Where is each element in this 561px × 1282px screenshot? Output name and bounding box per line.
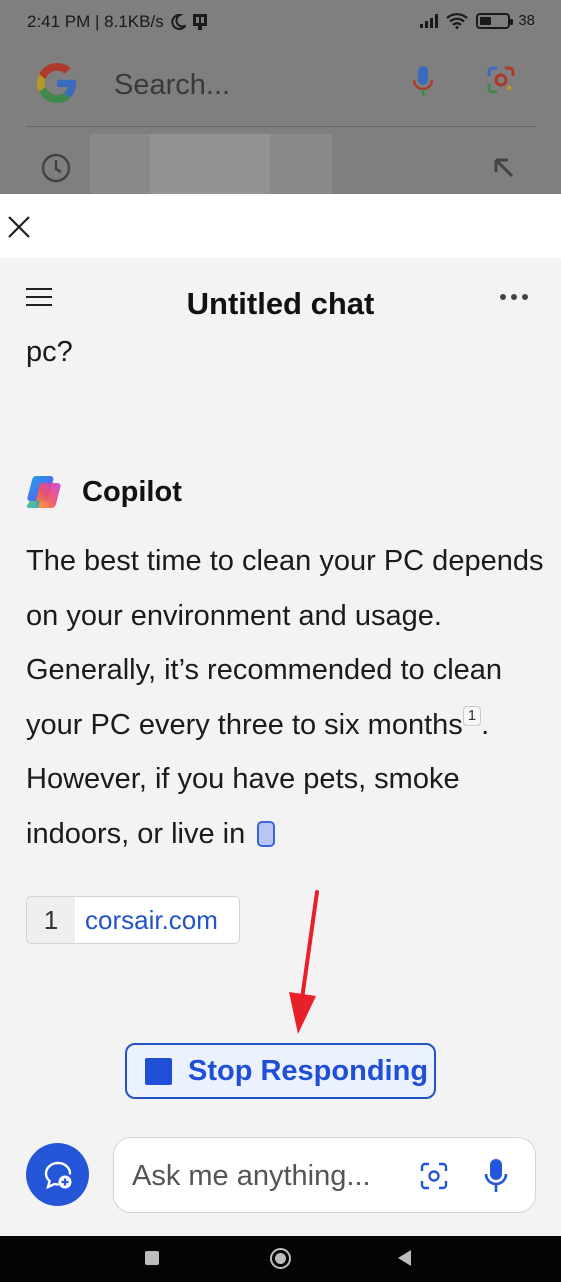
source-chip[interactable]: 1 corsair.com bbox=[26, 896, 240, 944]
assistant-answer: The best time to clean your PC depends o… bbox=[26, 534, 546, 861]
visual-search-icon[interactable] bbox=[420, 1162, 448, 1190]
stop-icon bbox=[145, 1057, 172, 1085]
assistant-name: Copilot bbox=[82, 475, 182, 508]
google-mic-icon bbox=[412, 66, 434, 96]
divider bbox=[26, 126, 536, 127]
stop-responding-button[interactable]: Stop Responding bbox=[125, 1043, 436, 1099]
system-nav-bar bbox=[0, 1236, 561, 1282]
home-icon[interactable] bbox=[270, 1248, 291, 1269]
background-app-dimmed: 2:41 PM | 8.1KB/s 38 Search... bbox=[0, 0, 561, 194]
status-bar: 2:41 PM | 8.1KB/s 38 bbox=[0, 0, 561, 44]
redacted-suggestion bbox=[90, 134, 332, 194]
stop-responding-label: Stop Responding bbox=[188, 1054, 429, 1087]
notification-icon bbox=[192, 14, 207, 30]
typing-indicator bbox=[257, 820, 276, 847]
annotation-arrow bbox=[289, 890, 319, 1034]
recents-icon[interactable] bbox=[145, 1251, 159, 1265]
history-icon bbox=[41, 153, 71, 183]
citation-marker[interactable]: 1 bbox=[462, 705, 482, 726]
google-search-bar: Search... bbox=[26, 55, 536, 113]
signal-icon bbox=[420, 13, 439, 28]
copilot-logo bbox=[26, 476, 61, 508]
source-number: 1 bbox=[27, 897, 75, 943]
close-icon[interactable] bbox=[6, 214, 32, 240]
more-icon[interactable] bbox=[500, 294, 528, 300]
back-icon[interactable] bbox=[398, 1250, 411, 1266]
moon-icon bbox=[171, 14, 186, 30]
chat-title: Untitled chat bbox=[186, 286, 375, 321]
new-chat-icon bbox=[44, 1161, 71, 1189]
fill-arrow-icon bbox=[494, 158, 514, 178]
battery-percent: 38 bbox=[518, 12, 535, 29]
google-search-placeholder: Search... bbox=[114, 69, 231, 101]
google-logo bbox=[37, 63, 76, 103]
new-chat-button[interactable] bbox=[26, 1143, 89, 1206]
composer bbox=[113, 1137, 536, 1213]
ask-input[interactable] bbox=[132, 1156, 402, 1196]
overlay-close-bar bbox=[0, 194, 561, 258]
google-lens-icon bbox=[487, 66, 515, 94]
user-message: pc? bbox=[26, 336, 73, 368]
source-link[interactable]: corsair.com bbox=[75, 897, 239, 943]
status-time: 2:41 PM | 8.1KB/s bbox=[27, 12, 164, 31]
assistant-header: Copilot bbox=[26, 474, 182, 510]
wifi-icon bbox=[446, 12, 469, 29]
battery-icon bbox=[476, 12, 514, 29]
microphone-icon[interactable] bbox=[484, 1158, 508, 1194]
